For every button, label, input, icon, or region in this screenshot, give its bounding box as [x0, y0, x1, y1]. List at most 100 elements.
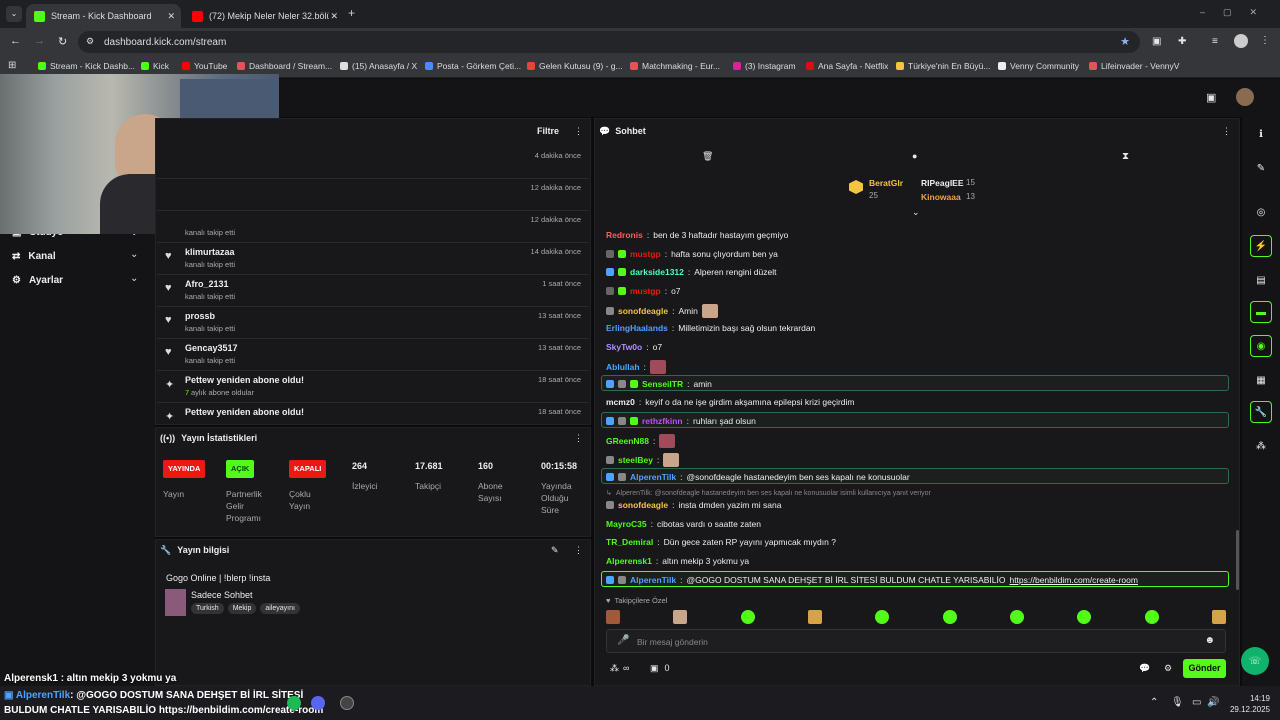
more-icon[interactable]: ⋮: [574, 126, 583, 137]
chat-username[interactable]: mustgp: [630, 286, 661, 296]
pencil-icon[interactable]: ✎: [1250, 157, 1272, 179]
emote[interactable]: [1144, 610, 1159, 624]
bookmark-star-icon[interactable]: ★: [1120, 35, 1130, 48]
new-tab-button[interactable]: +: [348, 6, 355, 20]
emote[interactable]: [807, 610, 822, 624]
activity-name[interactable]: prossb: [185, 311, 215, 321]
wrench-icon[interactable]: 🔧: [1250, 401, 1272, 423]
tag[interactable]: Mekip: [227, 603, 257, 614]
emote[interactable]: [740, 610, 755, 624]
chat-username[interactable]: mustgp: [630, 249, 661, 259]
microphone-icon[interactable]: 🎙: [1171, 697, 1184, 708]
chat-scrollbar[interactable]: [1236, 530, 1239, 590]
emote[interactable]: [1009, 610, 1024, 624]
settings-cluster-icon[interactable]: ⁂: [610, 663, 619, 674]
category-name[interactable]: Sadece Sohbet: [191, 590, 253, 600]
spotify-icon[interactable]: [287, 696, 301, 710]
bookmark-item[interactable]: Kick: [141, 61, 169, 71]
bookmark-item[interactable]: Stream - Kick Dashb...: [38, 61, 135, 71]
discord-icon[interactable]: [311, 696, 325, 710]
volume-icon[interactable]: 🔊: [1207, 697, 1219, 708]
chat-username[interactable]: Redronis: [606, 230, 643, 240]
more-icon[interactable]: ⋮: [574, 433, 583, 444]
leaderboard-name[interactable]: BeratGlr: [869, 178, 903, 188]
reload-icon[interactable]: ↻: [58, 35, 67, 48]
activity-name[interactable]: Pettew yeniden abone oldu!: [185, 407, 304, 417]
profile-avatar[interactable]: [1234, 34, 1248, 48]
avatar[interactable]: [1236, 88, 1254, 106]
chat-icon[interactable]: ●: [912, 151, 917, 161]
puzzle-icon[interactable]: ✚: [1178, 36, 1186, 47]
bookmark-item[interactable]: Matchmaking - Eur...: [630, 61, 720, 71]
steam-icon[interactable]: [340, 696, 354, 710]
list-icon[interactable]: ▤: [1250, 269, 1272, 291]
sidebar-item-settings[interactable]: ⚙ Ayarlar: [12, 275, 63, 286]
chevron-down-icon[interactable]: ⌄: [912, 207, 920, 218]
chat-username[interactable]: sonofdeagle: [618, 500, 668, 510]
activity-name[interactable]: Gencay3517: [185, 343, 238, 353]
bookmark-item[interactable]: Gelen Kutusu (9) - g...: [527, 61, 623, 71]
chat-username[interactable]: sonofdeagle: [618, 306, 668, 316]
chat-username[interactable]: SenseiITR: [642, 379, 683, 389]
lightning-icon[interactable]: ⚡: [1250, 235, 1272, 257]
emoji-icon[interactable]: ☻: [1204, 635, 1215, 646]
extension-icon[interactable]: ▣: [1152, 36, 1161, 47]
display-icon[interactable]: ▭: [1192, 697, 1201, 708]
hourglass-icon[interactable]: ⧗: [1122, 151, 1129, 162]
leaderboard-name[interactable]: Kinowaaa: [921, 192, 961, 202]
tag[interactable]: Turkish: [191, 603, 224, 614]
media-icon[interactable]: ≡: [1212, 36, 1218, 47]
bookmark-item[interactable]: Ana Sayfa - Netflix: [806, 61, 888, 71]
chevron-up-icon[interactable]: ⌃: [1150, 697, 1158, 708]
site-info-icon[interactable]: ⚙: [86, 36, 94, 47]
back-icon[interactable]: ←: [10, 35, 21, 47]
leaderboard-name[interactable]: RIPeagIEE: [921, 178, 964, 188]
chat-username[interactable]: Ablullah: [606, 362, 640, 372]
menu-icon[interactable]: ⋮: [1260, 35, 1270, 46]
chat-username[interactable]: GReenN88: [606, 436, 649, 446]
forward-icon[interactable]: →: [34, 35, 45, 47]
address-bar[interactable]: ⚙ dashboard.kick.com/stream ★: [78, 31, 1140, 53]
activity-name[interactable]: Afro_2131: [185, 279, 229, 289]
close-icon[interactable]: ✕: [167, 11, 175, 22]
bookmark-item[interactable]: Posta - Görkem Çeti...: [425, 61, 521, 71]
chat-username[interactable]: TR_Demiral: [606, 537, 653, 547]
chat-username[interactable]: steelBey: [618, 455, 653, 465]
chat-username[interactable]: darkside1312: [630, 267, 684, 277]
chat-username[interactable]: Alperensk1: [606, 556, 652, 566]
cluster-icon[interactable]: ⁂: [1250, 435, 1272, 457]
chat-bubble-icon[interactable]: ▬: [1250, 301, 1272, 323]
apps-icon[interactable]: ⊞: [8, 60, 16, 71]
bookmark-item[interactable]: Venny Community: [998, 61, 1079, 71]
chat-username[interactable]: SkyTw0o: [606, 342, 642, 352]
target-icon[interactable]: ◎: [1250, 201, 1272, 223]
support-icon[interactable]: ☏: [1241, 647, 1269, 675]
tab-youtube[interactable]: (72) Mekip Neler Neler 32.bölü ✕: [184, 4, 344, 28]
filter-button[interactable]: Filtre: [537, 126, 559, 136]
window-controls[interactable]: –▢✕: [1200, 7, 1275, 18]
sidebar-item-channel[interactable]: ⇄ Kanal: [12, 251, 56, 262]
studio-icon[interactable]: ▣: [1206, 91, 1216, 104]
emote[interactable]: [673, 610, 688, 624]
emote[interactable]: [875, 610, 890, 624]
bookmark-item[interactable]: (3) Instagram: [733, 61, 796, 71]
bookmark-item[interactable]: Dashboard / Stream...: [237, 61, 332, 71]
chat-username[interactable]: AlperenTilk: [630, 472, 676, 482]
microphone-icon[interactable]: 🎤: [617, 635, 629, 646]
emote[interactable]: [606, 610, 620, 624]
media-icon[interactable]: ▦: [1250, 369, 1272, 391]
chat-users-icon[interactable]: 💬: [1139, 663, 1150, 674]
bookmark-item[interactable]: (15) Anasayfa / X: [340, 61, 417, 71]
tab-kick-dashboard[interactable]: Stream - Kick Dashboard ✕: [26, 4, 181, 28]
bookmark-item[interactable]: Lifeinvader - VennyV: [1089, 61, 1179, 71]
chat-link[interactable]: https://benbildim.com/create-room: [1009, 575, 1138, 585]
tag[interactable]: aileyayını: [260, 603, 300, 614]
edit-icon[interactable]: ✎: [551, 545, 559, 556]
emote[interactable]: [942, 610, 957, 624]
emote[interactable]: [1211, 610, 1226, 624]
activity-name[interactable]: klimurtazaa: [185, 247, 235, 257]
emote[interactable]: [1077, 610, 1092, 624]
chat-username[interactable]: rethzfkinn: [642, 416, 683, 426]
chevron-down-icon[interactable]: ⌄: [130, 273, 138, 284]
clock[interactable]: 14:19 29.12.2025: [1222, 693, 1270, 715]
